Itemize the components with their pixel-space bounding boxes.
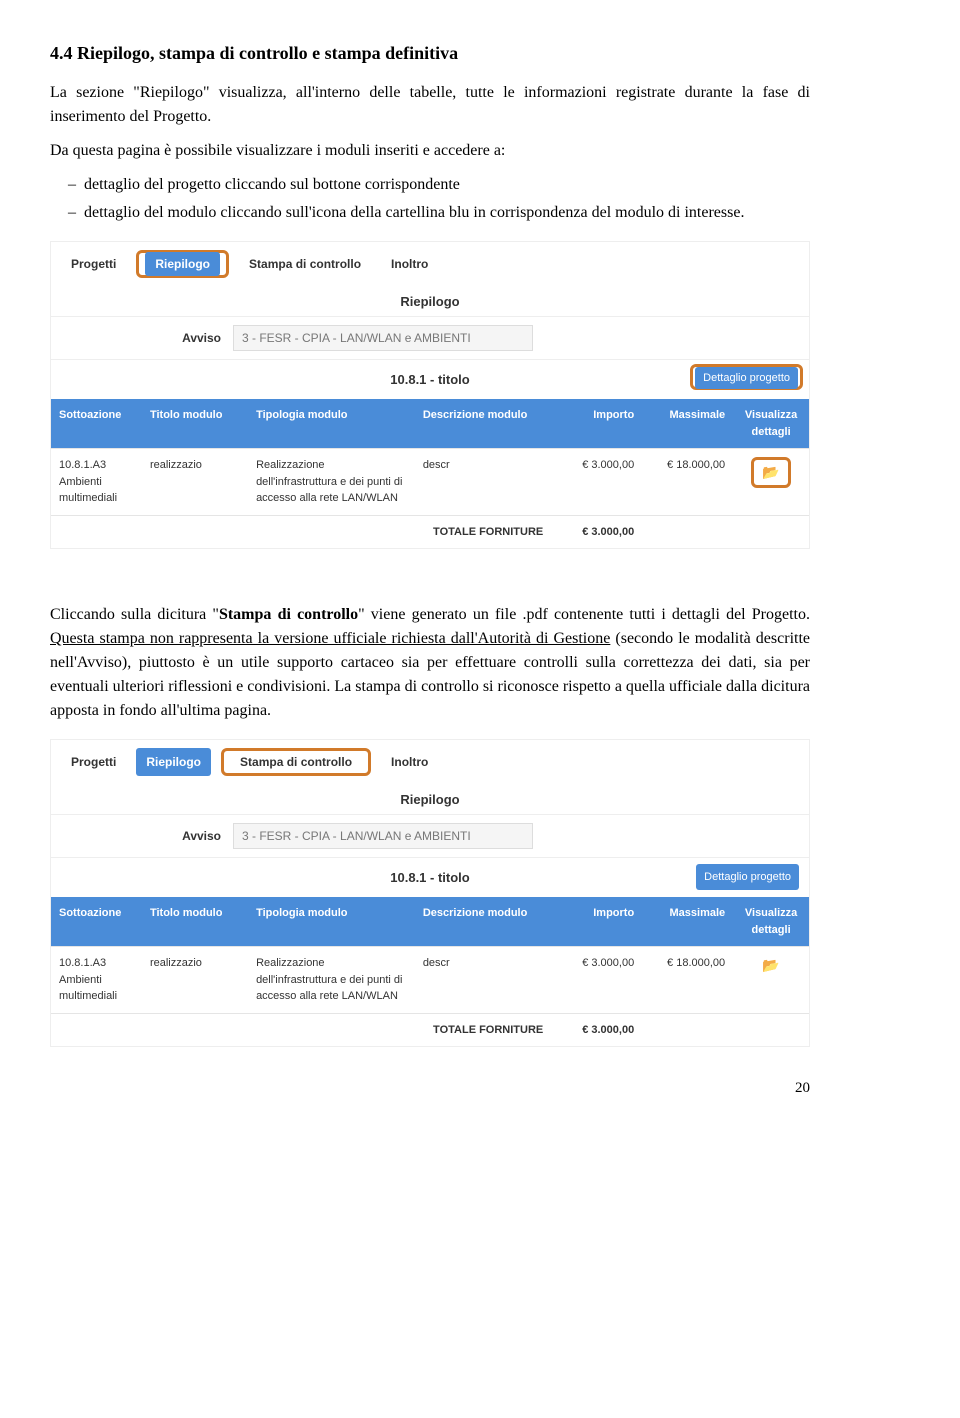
avviso-label-2: Avviso [61, 827, 221, 845]
bullet-item-2: dettaglio del modulo cliccando sull'icon… [68, 201, 810, 225]
th-descrizione-2: Descrizione modulo [415, 897, 551, 947]
paragraph-2: Da questa pagina è possibile visualizzar… [50, 139, 810, 163]
panel-title-2: Riepilogo [51, 784, 809, 814]
avviso-label: Avviso [61, 329, 221, 347]
cell-titolo-2: realizzazio [142, 947, 248, 1014]
th-massimale-2: Massimale [642, 897, 733, 947]
avviso-row: Avviso [51, 316, 809, 359]
summary-table: Sottoazione Titolo modulo Tipologia modu… [51, 399, 809, 548]
cell-sottoazione: 10.8.1.A3 Ambienti multimediali [51, 449, 142, 516]
panel-title: Riepilogo [51, 286, 809, 316]
dettaglio-progetto-button-2[interactable]: Dettaglio progetto [696, 864, 799, 891]
th-tipologia: Tipologia modulo [248, 399, 415, 449]
highlight-riepilogo: Riepilogo [136, 250, 229, 278]
tab-riepilogo[interactable]: Riepilogo [145, 252, 220, 276]
bullet-item-1: dettaglio del progetto cliccando sul bot… [68, 173, 810, 197]
cell-titolo: realizzazio [142, 449, 248, 516]
cell-massimale-2: € 18.000,00 [642, 947, 733, 1014]
tab-inoltro[interactable]: Inoltro [381, 250, 438, 278]
bullet-list: dettaglio del progetto cliccando sul bot… [50, 173, 810, 225]
paragraph-1: La sezione "Riepilogo" visualizza, all'i… [50, 81, 810, 129]
tab-bar: Progetti Riepilogo Stampa di controllo I… [51, 242, 809, 286]
table-total-row-2: TOTALE FORNITURE € 3.000,00 [51, 1013, 809, 1046]
screenshot-stampa-controllo: Progetti Riepilogo Stampa di controllo I… [50, 739, 810, 1047]
section-heading: 4.4 Riepilogo, stampa di controllo e sta… [50, 40, 810, 67]
tab-inoltro-2[interactable]: Inoltro [381, 748, 438, 776]
dettaglio-progetto-button[interactable]: Dettaglio progetto [695, 367, 798, 389]
table-total-row: TOTALE FORNITURE € 3.000,00 [51, 515, 809, 548]
highlight-dettaglio-btn: Dettaglio progetto [690, 364, 803, 391]
cell-visualizza-2: 📂 [733, 947, 809, 1014]
th-titolo: Titolo modulo [142, 399, 248, 449]
tab-stampa-controllo[interactable]: Stampa di controllo [239, 250, 371, 278]
subheader-row-2: 10.8.1 - titolo Dettaglio progetto [51, 857, 809, 898]
th-titolo-2: Titolo modulo [142, 897, 248, 947]
cell-tipologia: Realizzazione dell'infrastruttura e dei … [248, 449, 415, 516]
th-importo: Importo [551, 399, 642, 449]
highlight-stampa-tab: Stampa di controllo [221, 748, 371, 776]
tab-riepilogo-2[interactable]: Riepilogo [136, 748, 211, 776]
th-descrizione: Descrizione modulo [415, 399, 551, 449]
subheader-title: 10.8.1 - titolo [390, 370, 469, 390]
cell-importo: € 3.000,00 [551, 449, 642, 516]
folder-open-icon-2[interactable]: 📂 [762, 955, 779, 976]
highlight-folder-icon: 📂 [751, 457, 790, 488]
th-sottoazione-2: Sottoazione [51, 897, 142, 947]
cell-sottoazione-2: 10.8.1.A3 Ambienti multimediali [51, 947, 142, 1014]
cell-descrizione-2: descr [415, 947, 551, 1014]
cell-tipologia-2: Realizzazione dell'infrastruttura e dei … [248, 947, 415, 1014]
tab-bar-2: Progetti Riepilogo Stampa di controllo I… [51, 740, 809, 784]
cell-massimale: € 18.000,00 [642, 449, 733, 516]
page-number: 20 [50, 1077, 810, 1100]
cell-importo-2: € 3.000,00 [551, 947, 642, 1014]
total-label-2: TOTALE FORNITURE [51, 1013, 551, 1046]
avviso-row-2: Avviso [51, 814, 809, 857]
subheader-row: 10.8.1 - titolo Dettaglio progetto [51, 359, 809, 400]
total-label: TOTALE FORNITURE [51, 515, 551, 548]
total-value-2: € 3.000,00 [551, 1013, 642, 1046]
th-sottoazione: Sottoazione [51, 399, 142, 449]
avviso-input[interactable] [233, 325, 533, 351]
avviso-input-2[interactable] [233, 823, 533, 849]
th-importo-2: Importo [551, 897, 642, 947]
th-tipologia-2: Tipologia modulo [248, 897, 415, 947]
th-visualizza: Visualizza dettagli [733, 399, 809, 449]
table-row: 10.8.1.A3 Ambienti multimediali realizza… [51, 449, 809, 516]
tab-progetti[interactable]: Progetti [61, 250, 126, 278]
screenshot-riepilogo: Progetti Riepilogo Stampa di controllo I… [50, 241, 810, 549]
tab-stampa-controllo-2[interactable]: Stampa di controllo [230, 750, 362, 774]
th-visualizza-2: Visualizza dettagli [733, 897, 809, 947]
folder-open-icon[interactable]: 📂 [762, 462, 779, 483]
total-value: € 3.000,00 [551, 515, 642, 548]
paragraph-3: Cliccando sulla dicitura "Stampa di cont… [50, 603, 810, 723]
cell-descrizione: descr [415, 449, 551, 516]
cell-visualizza: 📂 [733, 449, 809, 516]
subheader-title-2: 10.8.1 - titolo [390, 868, 469, 888]
th-massimale: Massimale [642, 399, 733, 449]
table-row-2: 10.8.1.A3 Ambienti multimediali realizza… [51, 947, 809, 1014]
tab-progetti-2[interactable]: Progetti [61, 748, 126, 776]
summary-table-2: Sottoazione Titolo modulo Tipologia modu… [51, 897, 809, 1046]
